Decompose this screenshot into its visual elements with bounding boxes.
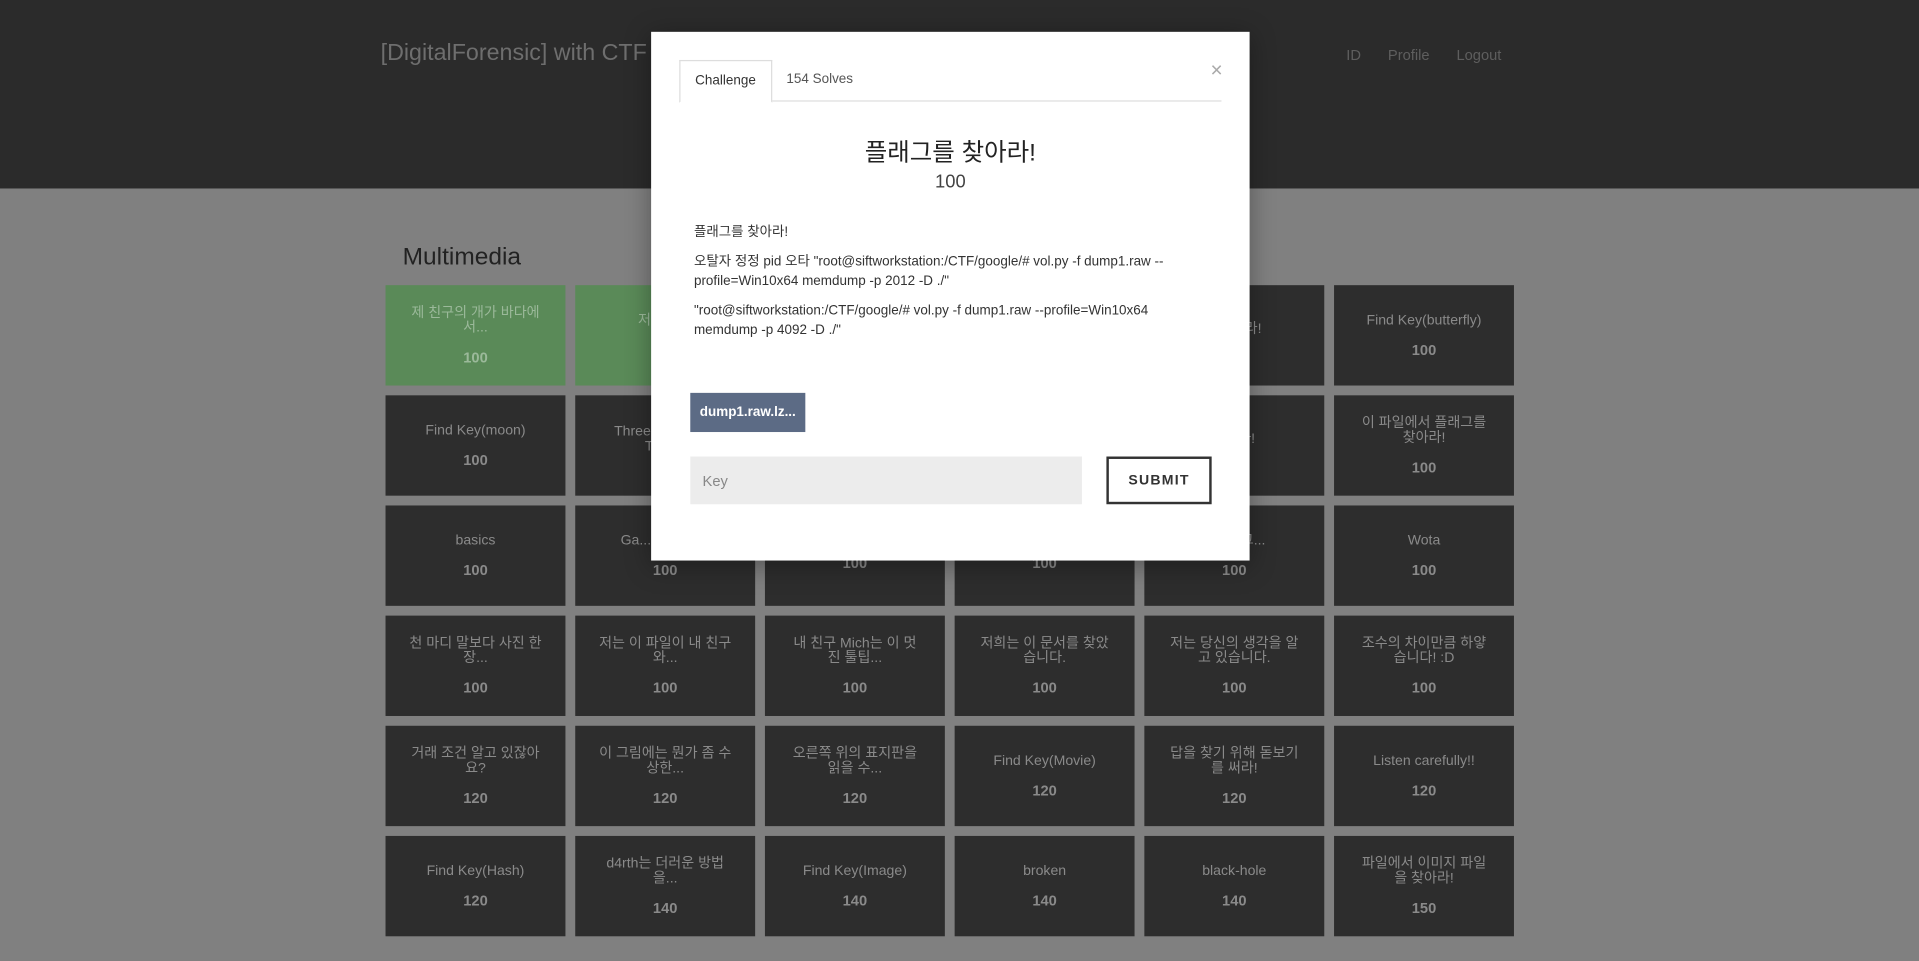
page: [DigitalForensic] with CTF ID Profile Lo… <box>0 0 1919 961</box>
file-download-button[interactable]: dump1.raw.lz... <box>690 392 806 433</box>
modal-tabs: Challenge 154 Solves <box>679 59 1222 103</box>
description-line: 플래그를 찾아라! <box>693 225 789 240</box>
tab-solves[interactable]: 154 Solves <box>772 60 868 100</box>
submit-button[interactable]: SUBMIT <box>1106 456 1212 505</box>
tab-challenge[interactable]: Challenge <box>679 59 772 103</box>
description-line: 오탈자 정정 pid 오타 "root@siftworkstation:/CTF… <box>693 253 1164 289</box>
challenge-value: 100 <box>935 171 966 193</box>
key-input[interactable] <box>690 456 1082 505</box>
challenge-description: 플래그를 찾아라! 오탈자 정정 pid 오타 "root@siftworkst… <box>694 223 1208 350</box>
challenge-title: 플래그를 찾아라! <box>864 139 1036 167</box>
challenge-modal: × Challenge 154 Solves 플래그를 찾아라! 100 플래그… <box>651 31 1250 561</box>
description-line: "root@siftworkstation:/CTF/google/# vol.… <box>693 302 1149 338</box>
